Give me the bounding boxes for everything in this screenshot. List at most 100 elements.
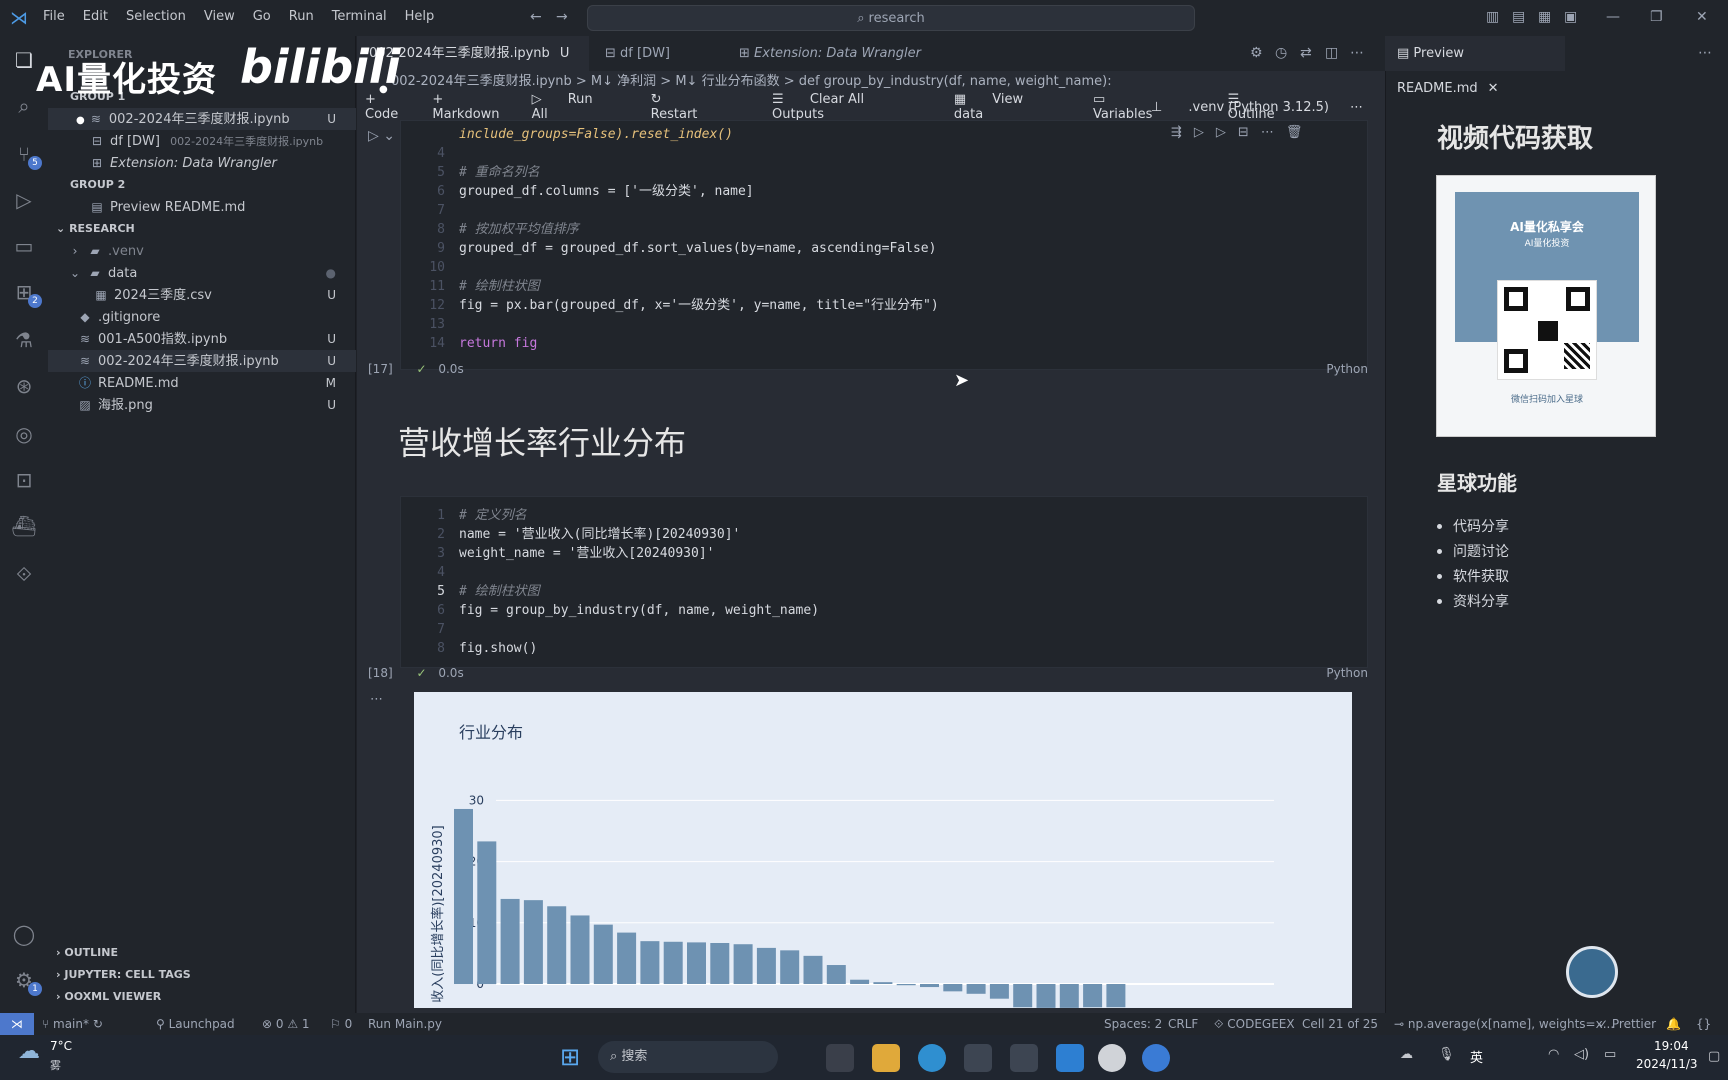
tab-preview-readme[interactable]: ▤ Preview README.md ✕ <box>1385 36 1565 96</box>
tree-notebook-002[interactable]: ≋ 002-2024年三季度财报.ipynb U <box>48 350 356 372</box>
tree-gitignore[interactable]: ◆ .gitignore <box>48 306 356 328</box>
cell-language[interactable]: Python <box>1326 666 1368 680</box>
ime-indicator[interactable]: 英 <box>1470 1047 1483 1066</box>
outline-header[interactable]: › OUTLINE <box>48 942 356 964</box>
back-arrow-icon[interactable]: ← <box>530 9 542 25</box>
browser-icon[interactable] <box>1142 1044 1170 1072</box>
add-code-button[interactable]: + Code <box>365 92 410 122</box>
docker-icon[interactable]: ⛴ <box>10 512 38 540</box>
close-icon[interactable]: ✕ <box>1696 9 1708 25</box>
compare-icon[interactable]: ⇄ <box>1300 45 1312 61</box>
launchpad-status[interactable]: ⚲ Launchpad <box>156 1013 235 1035</box>
menu-run[interactable]: Run <box>289 9 314 24</box>
wps-icon[interactable] <box>964 1044 992 1072</box>
add-markdown-button[interactable]: + Markdown <box>432 92 509 122</box>
hint-status[interactable]: ⊸ np.average(x[name], weights=x... <box>1394 1013 1614 1035</box>
battery-icon[interactable]: ▭ <box>1604 1047 1616 1062</box>
menu-edit[interactable]: Edit <box>83 9 108 24</box>
file-explorer-icon[interactable] <box>826 1044 854 1072</box>
open-editor-extension[interactable]: ⊞ Extension: Data Wrangler <box>48 152 356 174</box>
restore-icon[interactable]: ❐ <box>1650 9 1663 25</box>
source-control-icon[interactable]: ⑂ 5 <box>10 140 42 170</box>
settings-gear-icon[interactable]: ⚙ <box>1250 45 1263 61</box>
explorer-icon[interactable]: ❏ <box>10 46 38 74</box>
problems-status[interactable]: ⊗ 0 ⚠ 1 <box>262 1013 310 1035</box>
weather-icon[interactable]: ☁ <box>18 1039 40 1064</box>
chrome-icon[interactable] <box>1098 1044 1126 1072</box>
git-graph-icon[interactable]: ⊛ <box>10 372 38 400</box>
more-actions-icon[interactable]: ⋯ <box>1350 45 1364 61</box>
cell-tags-header[interactable]: › JUPYTER: CELL TAGS <box>48 964 356 986</box>
menu-view[interactable]: View <box>204 9 235 24</box>
accounts-icon[interactable]: ◯ <box>10 920 38 948</box>
delete-cell-icon[interactable]: 🗑 <box>1286 125 1315 140</box>
more-icon[interactable]: ⋯ <box>1261 125 1286 140</box>
timeline-icon[interactable]: ◷ <box>1275 45 1287 61</box>
layout-icon[interactable]: ▣ <box>1564 9 1577 25</box>
gitlens-icon[interactable]: ◎ <box>10 420 38 448</box>
search-view-icon[interactable]: ⌕ <box>10 92 38 120</box>
code-cell-17[interactable]: ⇶▷▷⊟⋯🗑 include_groups=False).reset_index… <box>400 120 1368 370</box>
menu-terminal[interactable]: Terminal <box>332 9 387 24</box>
notification-icon[interactable]: ▢ <box>1708 1049 1720 1064</box>
kernel-picker[interactable]: ⊥ .venv (Python 3.12.5) <box>1151 100 1351 115</box>
research-header[interactable]: ⌄ RESEARCH <box>48 218 356 240</box>
branch-status[interactable]: ⑂ main* ↻ <box>42 1013 103 1035</box>
code-cell-18[interactable]: 1 # 定义列名 2 name = '营业收入(同比增长率)[20240930]' … <box>400 496 1368 668</box>
prettier-status[interactable]: ✓ Prettier <box>1598 1013 1656 1035</box>
menu-go[interactable]: Go <box>253 9 271 24</box>
tree-venv[interactable]: › ▰ .venv <box>48 240 356 262</box>
menu-file[interactable]: File <box>43 9 65 24</box>
restart-button[interactable]: ↻ Restart <box>651 92 750 122</box>
volume-icon[interactable]: ◁) <box>1574 1047 1589 1062</box>
minimize-icon[interactable]: — <box>1606 9 1620 25</box>
plotly-chart[interactable]: 行业分布0102030收入(同比增长率)[20240930] <box>414 692 1352 1008</box>
breadcrumb[interactable]: 002-2024年三季度财报.ipynb > M↓ 净利润 > M↓ 行业分布函… <box>357 71 1385 93</box>
brackets-icon[interactable]: {} <box>1696 1013 1711 1035</box>
microphone-icon[interactable]: 🎙 <box>1438 1047 1455 1062</box>
windows-start-icon[interactable]: ⊞ <box>560 1043 580 1071</box>
extensions-icon[interactable]: ⊞ 2 <box>10 278 42 308</box>
spaces-status[interactable]: Spaces: 2 <box>1104 1013 1162 1035</box>
tree-data[interactable]: ⌄ ▰ data ● <box>48 262 356 284</box>
run-all-button[interactable]: ▷ Run All <box>532 92 629 122</box>
onedrive-icon[interactable]: ☁ <box>1400 1047 1413 1062</box>
close-icon[interactable]: ✕ <box>1488 81 1499 96</box>
tab-extension[interactable]: ⊞ Extension: Data Wrangler <box>727 36 927 71</box>
open-editor-df[interactable]: ⊟ df [DW] 002-2024年三季度财报.ipynb <box>48 130 356 152</box>
wifi-icon[interactable]: ◠ <box>1548 1047 1559 1062</box>
remote-indicator-icon[interactable]: ⋊ <box>0 1013 34 1035</box>
clear-outputs-button[interactable]: ☰ Clear All Outputs <box>772 92 932 122</box>
data-icon[interactable]: ⊡ <box>10 466 38 494</box>
toggle-panel-icon[interactable]: ▤ <box>1512 9 1525 25</box>
group2-header[interactable]: GROUP 2 <box>70 174 378 196</box>
execute-below-icon[interactable]: ▷ <box>1216 125 1238 140</box>
codegeex-icon[interactable]: ⟐ <box>10 560 38 588</box>
edge-icon[interactable] <box>918 1044 946 1072</box>
menu-help[interactable]: Help <box>405 9 435 24</box>
markdown-heading[interactable]: 营收增长率行业分布 <box>398 418 686 464</box>
execute-above-icon[interactable]: ▷ <box>1194 125 1216 140</box>
toggle-secondary-sidebar-icon[interactable]: ▦ <box>1538 9 1551 25</box>
vscode-taskbar-icon[interactable] <box>1056 1044 1084 1072</box>
tree-poster[interactable]: ▨ 海报.png U <box>48 394 356 416</box>
run-debug-icon[interactable]: ▷ <box>10 186 38 214</box>
ooxml-header[interactable]: › OOXML VIEWER <box>48 986 356 1008</box>
codegeex-status[interactable]: ⟐ CODEGEEX <box>1214 1013 1295 1035</box>
run-cell-icon[interactable]: ▷ ⌄ <box>368 128 395 144</box>
more-actions-icon[interactable]: ⋯ <box>1698 45 1712 61</box>
run-by-line-icon[interactable]: ⇶ <box>1171 125 1194 140</box>
manage-gear-icon[interactable]: ⚙ 1 <box>10 966 42 996</box>
run-main-status[interactable]: Run Main.py <box>368 1013 442 1035</box>
command-search[interactable]: ⌕ research <box>587 5 1195 31</box>
avatar[interactable] <box>1566 946 1618 998</box>
output-more-icon[interactable]: ⋯ <box>370 692 383 707</box>
forward-arrow-icon[interactable]: → <box>556 9 568 25</box>
cell-position-status[interactable]: Cell 21 of 25 <box>1302 1013 1378 1035</box>
tab-df[interactable]: ⊟ df [DW] <box>593 36 703 71</box>
tree-csv[interactable]: ▦ 2024三季度.csv U <box>48 284 356 306</box>
eol-status[interactable]: CRLF <box>1168 1013 1198 1035</box>
clock-date[interactable]: 2024/11/3 <box>1636 1057 1698 1071</box>
split-editor-icon[interactable]: ◫ <box>1325 45 1338 61</box>
split-cell-icon[interactable]: ⊟ <box>1238 125 1261 140</box>
